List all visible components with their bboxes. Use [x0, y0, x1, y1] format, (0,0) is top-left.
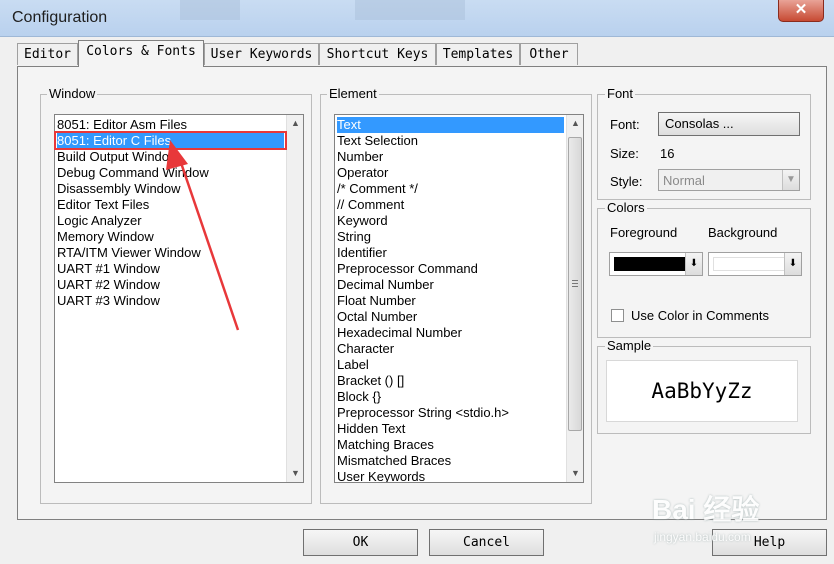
chevron-down-icon: ▼ — [782, 170, 799, 190]
scroll-thumb[interactable] — [568, 137, 582, 431]
window-group-label: Window — [47, 86, 98, 101]
tab-templates[interactable]: Templates — [436, 43, 520, 65]
sample-text: AaBbYyZz — [651, 379, 753, 403]
list-item[interactable]: Number — [337, 149, 564, 165]
style-select[interactable]: Normal ▼ — [658, 169, 800, 191]
background-color-picker[interactable]: ⬇ — [708, 252, 802, 276]
dropdown-arrow-icon: ⬇ — [685, 253, 702, 275]
list-item[interactable]: Identifier — [337, 245, 564, 261]
use-color-in-comments-checkbox[interactable] — [611, 309, 624, 322]
foreground-label: Foreground — [610, 225, 678, 240]
list-item[interactable]: Decimal Number — [337, 277, 564, 293]
element-listbox[interactable]: User Keywords Mismatched Braces Matching B… — [334, 114, 584, 483]
close-button[interactable]: ✕ — [778, 0, 824, 22]
tab-label: Other — [529, 47, 569, 62]
tab-user-keywords[interactable]: User Keywords — [204, 43, 319, 65]
close-icon: ✕ — [794, 1, 808, 18]
font-group-label: Font — [605, 86, 636, 101]
list-item[interactable]: Label — [337, 357, 564, 373]
tab-editor[interactable]: Editor — [17, 43, 78, 65]
help-label: Help — [753, 535, 786, 550]
list-item[interactable]: Character — [337, 341, 564, 357]
tab-label: Editor — [24, 47, 71, 62]
tab-colors-fonts[interactable]: Colors & Fonts — [78, 40, 204, 67]
tab-label: User Keywords — [210, 47, 313, 62]
scroll-up-icon[interactable]: ▲ — [287, 115, 303, 132]
watermark-text: Bai 经验 — [652, 494, 760, 525]
list-item[interactable]: Text — [337, 117, 564, 133]
blurred-region-2 — [355, 0, 465, 20]
use-color-in-comments-label: Use Color in Comments — [631, 308, 769, 323]
window-title: Configuration — [12, 9, 108, 26]
scroll-down-icon[interactable]: ▼ — [287, 465, 303, 482]
background-label: Background — [708, 225, 778, 240]
element-list-scrollbar[interactable]: ▲ ▼ — [566, 115, 583, 482]
tab-other[interactable]: Other — [520, 43, 578, 65]
size-label: Size: — [610, 146, 639, 161]
watermark-logo: Bai 经验 — [652, 488, 759, 528]
tab-strip: Editor Colors & Fonts User Keywords Shor… — [17, 40, 617, 67]
title-bar: Configuration ✕ — [0, 0, 834, 37]
colors-group-label: Colors — [605, 200, 647, 215]
tab-shortcut-keys[interactable]: Shortcut Keys — [319, 43, 436, 65]
list-item[interactable]: Keyword — [337, 213, 564, 229]
tab-label: Templates — [442, 47, 514, 62]
cancel-button[interactable]: Cancel — [429, 529, 544, 556]
style-select-value: Normal — [663, 173, 705, 188]
sample-group-label: Sample — [605, 338, 654, 353]
window-list-scrollbar[interactable]: ▲ ▼ — [286, 115, 303, 482]
tab-label: Colors & Fonts — [86, 44, 196, 59]
list-item[interactable]: Block {} — [337, 389, 564, 405]
list-item[interactable]: Preprocessor String <stdio.h> — [337, 405, 564, 421]
list-item[interactable]: /* Comment */ — [337, 181, 564, 197]
cancel-label: Cancel — [463, 535, 510, 550]
font-button-label: Consolas ... — [665, 116, 734, 131]
list-item[interactable]: Text Selection — [337, 133, 564, 149]
list-item[interactable]: 8051: Editor Asm Files — [57, 117, 284, 133]
scroll-up-icon[interactable]: ▲ — [567, 115, 583, 132]
dropdown-arrow-icon: ⬇ — [784, 253, 801, 275]
foreground-swatch — [614, 257, 686, 271]
list-item[interactable]: Preprocessor Command — [337, 261, 564, 277]
background-swatch — [713, 257, 785, 271]
list-item[interactable]: // Comment — [337, 197, 564, 213]
ok-label: OK — [352, 535, 369, 550]
list-item[interactable]: Octal Number — [337, 309, 564, 325]
list-item[interactable]: Bracket () [] — [337, 373, 564, 389]
list-item[interactable]: Hexadecimal Number — [337, 325, 564, 341]
blurred-region — [180, 0, 240, 20]
annotation-arrow-icon — [166, 140, 240, 331]
foreground-color-picker[interactable]: ⬇ — [609, 252, 703, 276]
list-item[interactable]: Hidden Text — [337, 421, 564, 437]
ok-button[interactable]: OK — [303, 529, 418, 556]
scroll-down-icon[interactable]: ▼ — [567, 465, 583, 482]
font-select-button[interactable]: Consolas ... — [658, 112, 800, 136]
watermark-url: jingyan.baidu.com — [654, 530, 751, 544]
style-label: Style: — [610, 174, 643, 189]
tab-label: Shortcut Keys — [326, 47, 429, 62]
list-item[interactable]: Float Number — [337, 293, 564, 309]
list-item[interactable]: String — [337, 229, 564, 245]
watermark-sub: jingyan.baidu.com — [654, 530, 751, 544]
list-item[interactable]: Operator — [337, 165, 564, 181]
list-item[interactable]: User Keywords — [337, 469, 564, 482]
list-item[interactable]: Matching Braces — [337, 437, 564, 453]
sample-preview: AaBbYyZz — [606, 360, 798, 422]
font-label: Font: — [610, 117, 640, 132]
element-group-label: Element — [327, 86, 379, 101]
list-item[interactable]: Mismatched Braces — [337, 453, 564, 469]
size-value: 16 — [660, 146, 675, 161]
